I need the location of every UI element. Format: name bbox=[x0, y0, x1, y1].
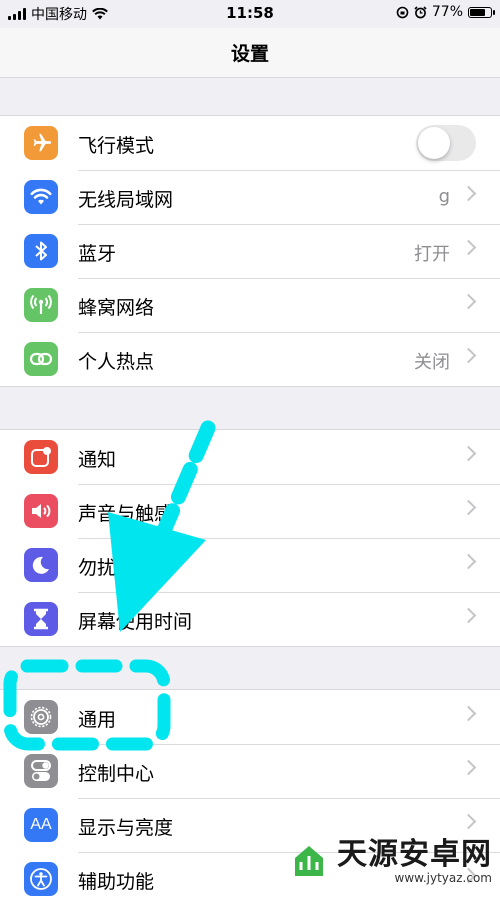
settings-row-general[interactable]: 通用 bbox=[0, 690, 500, 744]
wifi-icon bbox=[24, 180, 58, 214]
settings-row-wifi[interactable]: 无线局域网 g bbox=[0, 170, 500, 224]
status-bar: 中国移动 11:58 77% bbox=[0, 0, 500, 28]
settings-row-label: 个人热点 bbox=[78, 351, 155, 373]
settings-row-label: 显示与亮度 bbox=[78, 817, 174, 839]
row-divider bbox=[78, 170, 500, 171]
settings-row-do-not-disturb[interactable]: 勿扰模式 bbox=[0, 538, 500, 592]
row-divider bbox=[78, 744, 500, 745]
bluetooth-icon bbox=[24, 234, 58, 268]
chevron-right-icon bbox=[460, 239, 477, 256]
accessibility-icon bbox=[24, 862, 58, 896]
settings-row-label: 蓝牙 bbox=[78, 243, 117, 265]
settings-row-label: 勿扰模式 bbox=[78, 557, 155, 579]
speaker-icon bbox=[24, 494, 58, 528]
settings-row-label: 通用 bbox=[78, 709, 117, 731]
site-watermark: 天源安卓网 www.jytyaz.com bbox=[287, 839, 492, 885]
row-divider bbox=[78, 592, 500, 593]
settings-row-label: 控制中心 bbox=[78, 763, 155, 785]
row-divider bbox=[78, 332, 500, 333]
battery-icon bbox=[468, 6, 495, 18]
row-divider bbox=[78, 224, 500, 225]
text-size-icon: AA bbox=[24, 808, 58, 842]
orientation-lock-icon bbox=[396, 6, 409, 18]
hourglass-icon bbox=[24, 602, 58, 636]
watermark-url: www.jytyaz.com bbox=[394, 871, 493, 885]
page-title: 设置 bbox=[230, 43, 269, 65]
settings-row-label: 屏幕使用时间 bbox=[78, 611, 193, 633]
airplane-icon bbox=[24, 126, 58, 160]
watermark-title: 天源安卓网 bbox=[337, 837, 492, 872]
chevron-right-icon bbox=[460, 813, 477, 830]
settings-group-notifications: 通知 声音与触感 勿扰模式 屏幕使用时间 bbox=[0, 429, 500, 647]
settings-group-connectivity: 飞行模式 无线局域网 g 蓝牙 打开 蜂窝网络 个人热点 关闭 bbox=[0, 115, 500, 387]
settings-row-cellular[interactable]: 蜂窝网络 bbox=[0, 278, 500, 332]
row-divider bbox=[78, 538, 500, 539]
settings-row-screen-time[interactable]: 屏幕使用时间 bbox=[0, 592, 500, 646]
watermark-text: 天源安卓网 www.jytyaz.com bbox=[337, 837, 493, 886]
settings-row-airplane-mode[interactable]: 飞行模式 bbox=[0, 116, 500, 170]
notification-icon bbox=[24, 440, 58, 474]
android-logo-icon bbox=[295, 846, 323, 876]
row-divider bbox=[78, 278, 500, 279]
text-size-glyph: AA bbox=[30, 816, 52, 833]
navigation-bar: 设置 bbox=[0, 28, 500, 78]
hotspot-icon bbox=[24, 342, 58, 376]
settings-row-notifications[interactable]: 通知 bbox=[0, 430, 500, 484]
wifi-network-value: g bbox=[438, 186, 450, 207]
settings-row-label: 无线局域网 bbox=[78, 189, 174, 211]
settings-row-sounds[interactable]: 声音与触感 bbox=[0, 484, 500, 538]
alarm-icon bbox=[414, 5, 427, 18]
settings-row-label: 通知 bbox=[78, 449, 117, 471]
battery-percent: 77% bbox=[431, 4, 463, 20]
chevron-right-icon bbox=[460, 347, 477, 364]
settings-row-control-center[interactable]: 控制中心 bbox=[0, 744, 500, 798]
chevron-right-icon bbox=[460, 553, 477, 570]
settings-row-label: 飞行模式 bbox=[78, 135, 155, 157]
chevron-right-icon bbox=[460, 499, 477, 516]
status-right: 77% bbox=[396, 4, 495, 20]
settings-row-label: 辅助功能 bbox=[78, 871, 155, 893]
airplane-mode-toggle[interactable] bbox=[416, 125, 476, 161]
chevron-right-icon bbox=[460, 705, 477, 722]
moon-icon bbox=[24, 548, 58, 582]
antenna-icon bbox=[24, 288, 58, 322]
chevron-right-icon bbox=[460, 445, 477, 462]
row-divider bbox=[78, 484, 500, 485]
chevron-right-icon bbox=[460, 759, 477, 776]
hotspot-status-value: 关闭 bbox=[414, 352, 450, 373]
settings-row-hotspot[interactable]: 个人热点 关闭 bbox=[0, 332, 500, 386]
chevron-right-icon bbox=[460, 293, 477, 310]
settings-row-bluetooth[interactable]: 蓝牙 打开 bbox=[0, 224, 500, 278]
settings-row-label: 声音与触感 bbox=[78, 503, 174, 525]
chevron-right-icon bbox=[460, 185, 477, 202]
switches-icon bbox=[24, 754, 58, 788]
chevron-right-icon bbox=[460, 607, 477, 624]
row-divider bbox=[78, 798, 500, 799]
gear-icon bbox=[24, 700, 58, 734]
toggle-knob bbox=[418, 127, 450, 159]
settings-row-label: 蜂窝网络 bbox=[78, 297, 155, 319]
bluetooth-status-value: 打开 bbox=[414, 244, 450, 265]
